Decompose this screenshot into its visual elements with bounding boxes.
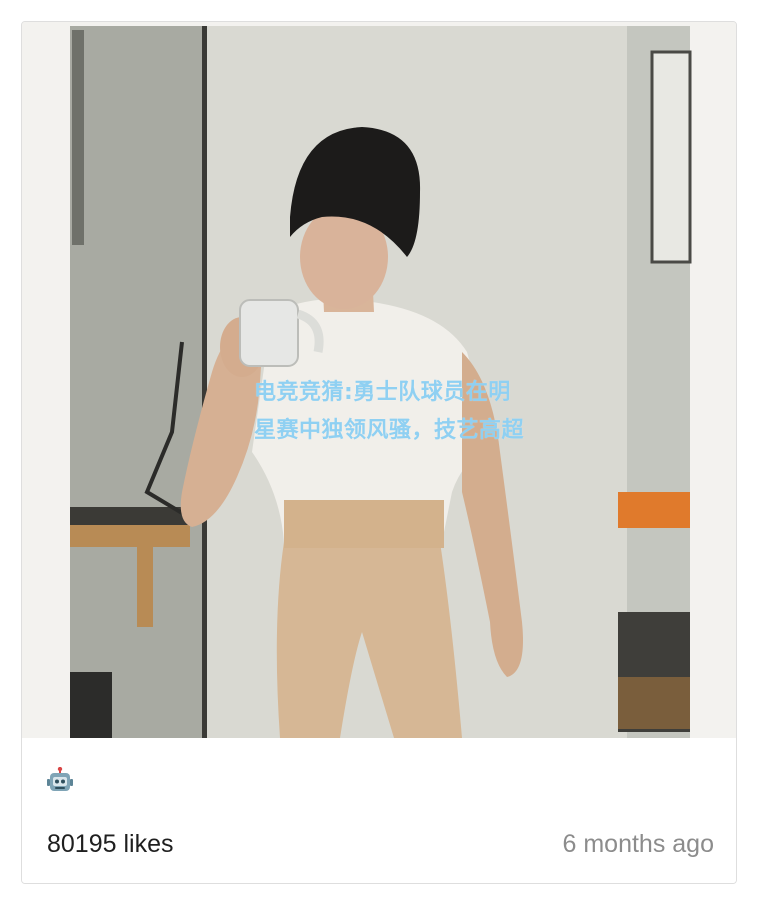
post-footer: 80195 likes 6 months ago <box>22 738 736 883</box>
post-photo[interactable] <box>22 22 737 738</box>
post-card: 电竞竞猜:勇士队球员在明星赛中独领风骚，技艺高超 80195 likes 6 m… <box>21 21 737 884</box>
post-timestamp: 6 months ago <box>562 830 715 858</box>
post-media[interactable]: 电竞竞猜:勇士队球员在明星赛中独领风骚，技艺高超 <box>22 22 737 738</box>
robot-icon <box>47 767 73 791</box>
likes-count[interactable]: 80195 likes <box>47 830 173 859</box>
